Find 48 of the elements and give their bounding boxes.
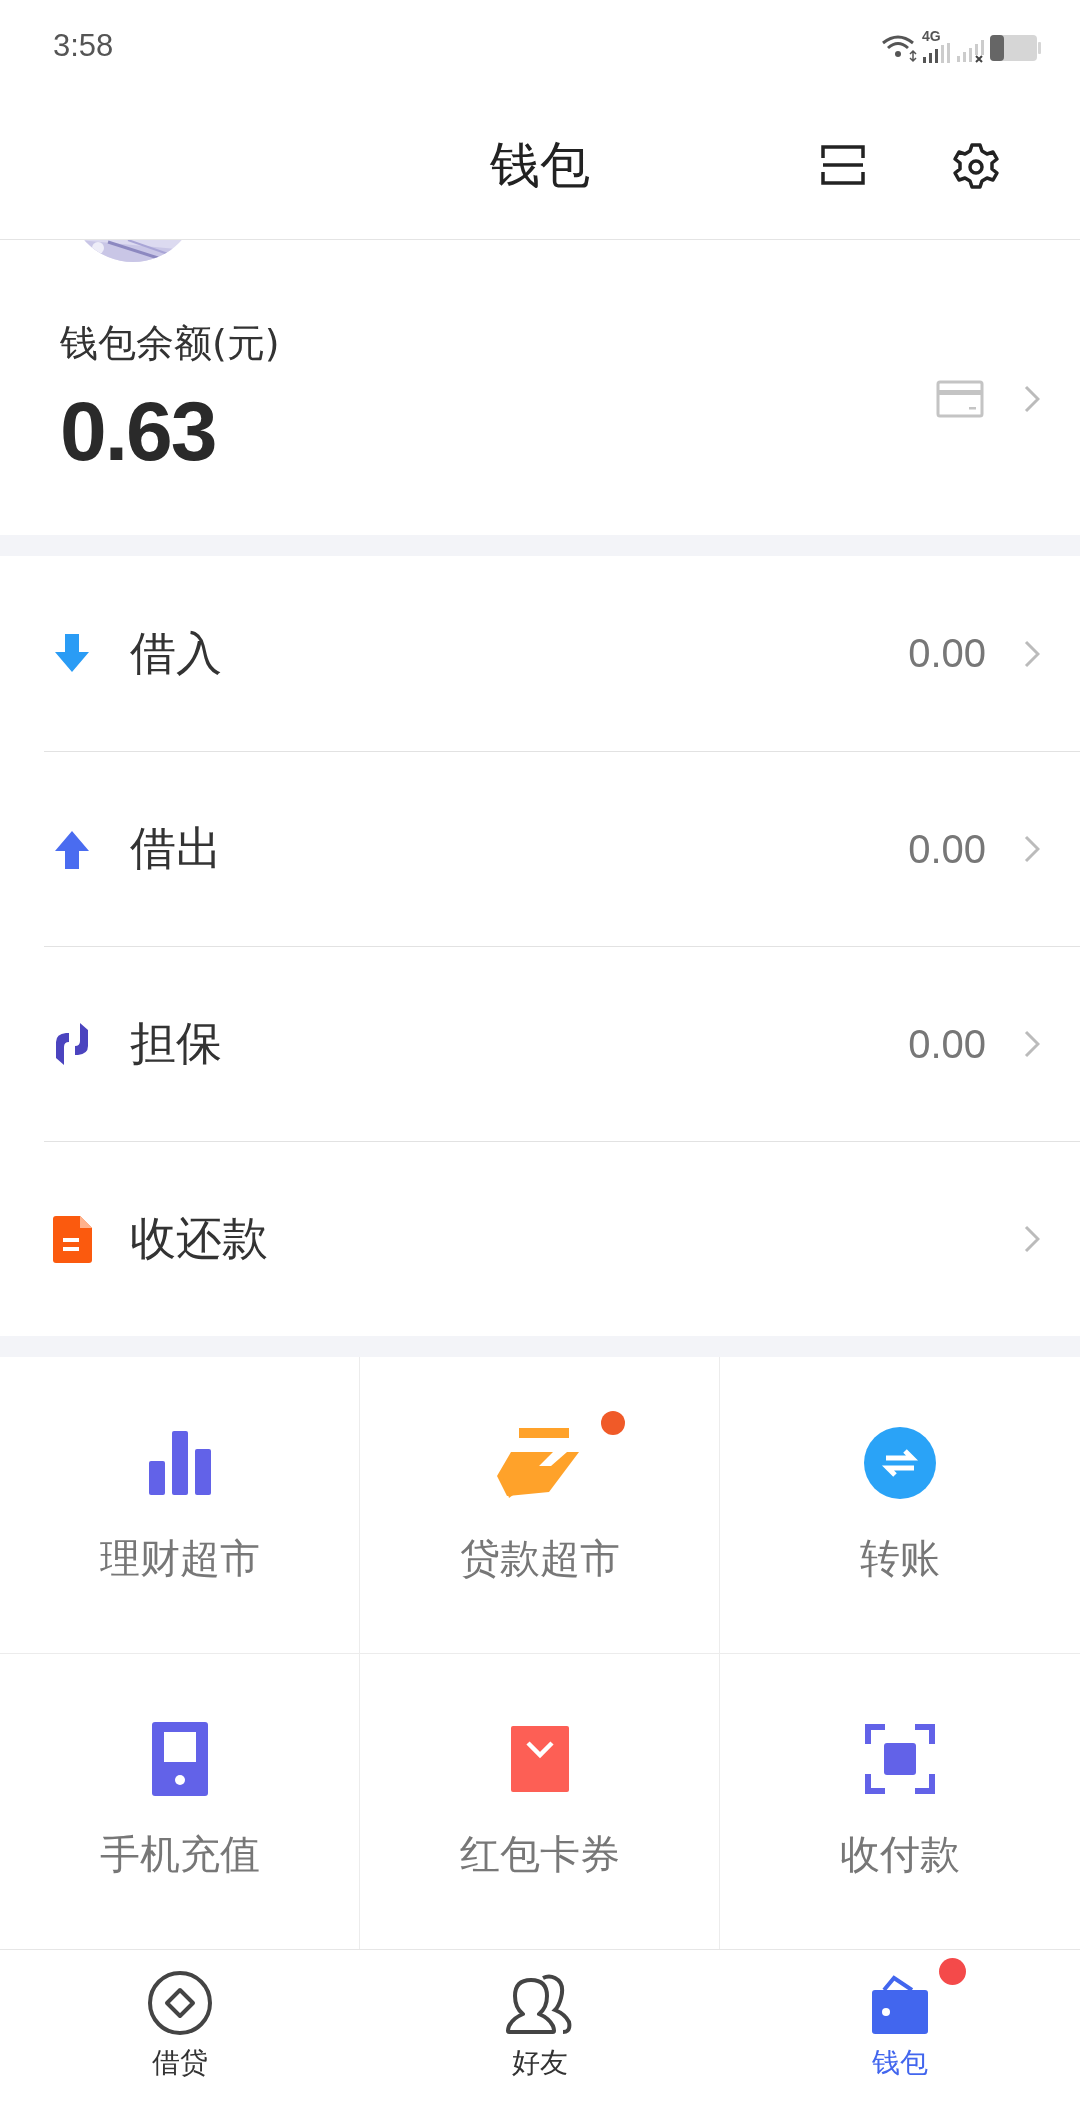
page-title: 钱包 [490,135,590,196]
shortcut-tile[interactable]: 红包卡券 [360,1654,720,1949]
document-icon [50,1214,94,1264]
network-type: 4G [922,29,941,43]
chevron-right-icon [1024,1225,1040,1253]
settings-icon[interactable] [951,142,1001,192]
shortcut-tile[interactable]: 转账 [720,1357,1080,1654]
shortcut-label: 理财超市 [99,1533,260,1583]
list-item-label: 借出 [130,820,223,877]
shortcut-tile[interactable]: 理财超市 [0,1357,360,1654]
list-item[interactable]: 借入 0.00 [0,556,1080,751]
scan-frame-icon [865,1724,935,1794]
list-item-label: 借入 [130,624,223,682]
list-item-label: 担保 [130,1015,223,1072]
wifi-icon [880,33,918,63]
shortcut-label: 转账 [860,1533,940,1583]
list-item[interactable]: 借出 0.00 [44,751,1080,946]
coin-icon [147,1970,213,2036]
balance-label: 钱包余额(元) [60,319,281,367]
wallet-icon [870,1974,930,2036]
envelope-icon [510,1726,569,1792]
transfer-icon [864,1426,936,1499]
shortcut-tile[interactable]: 收付款 [720,1654,1080,1949]
list-item-label: 收还款 [130,1210,269,1267]
tab[interactable]: 借贷 [0,1950,360,2102]
no-signal-icon [956,37,986,63]
shortcut-label: 贷款超市 [459,1533,620,1583]
list-item-value: 0.00 [908,826,986,872]
shortcut-label: 收付款 [840,1830,960,1879]
shortcut-label: 手机充值 [99,1830,260,1879]
shortcut-label: 红包卡券 [459,1830,620,1879]
scan-icon[interactable] [820,142,866,188]
tab[interactable]: 钱包 [720,1950,1080,2102]
tab[interactable]: 好友 [360,1950,720,2102]
signal-icon [922,43,952,63]
list-item-value: 0.00 [908,1021,986,1067]
phone-icon [151,1722,208,1796]
chevron-right-icon [1024,639,1040,668]
chevron-right-icon [1024,384,1040,413]
list-item[interactable]: 担保 0.00 [44,946,1080,1141]
shortcut-tile[interactable]: 贷款超市 [360,1357,720,1654]
list-item-value: 0.00 [908,631,986,676]
chevron-right-icon [1024,1030,1040,1058]
battery-icon [990,33,1042,63]
shortcut-tile[interactable]: 手机充值 [0,1654,360,1949]
balance-amount: 0.63 [60,382,217,480]
status-time: 3:58 [53,28,114,64]
chevron-right-icon [1024,835,1040,863]
